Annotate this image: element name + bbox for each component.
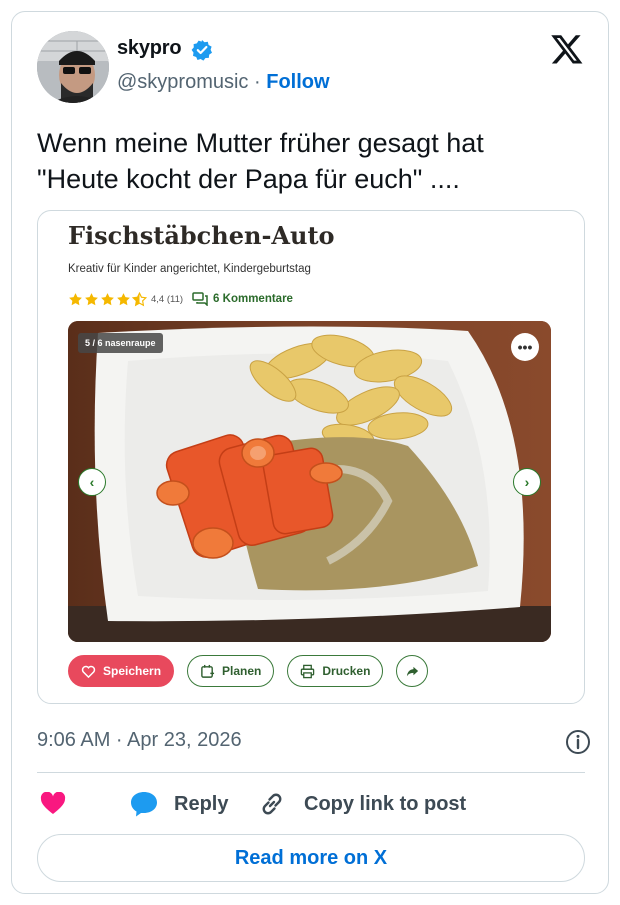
star-icon — [85, 292, 98, 305]
next-photo-button[interactable]: › — [513, 468, 541, 496]
info-icon[interactable] — [565, 729, 591, 755]
recipe-title: Fischstäbchen-Auto — [68, 221, 335, 250]
plan-button[interactable]: Planen — [187, 655, 275, 687]
share-button[interactable] — [396, 655, 429, 687]
rating-row: 4,4 (11) 6 Kommentare — [68, 291, 293, 307]
recipe-action-bar: Speichern Planen Drucken — [68, 655, 429, 687]
photo-counter-badge: 5 / 6 nasenraupe — [78, 333, 163, 353]
previous-photo-button[interactable]: ‹ — [78, 468, 106, 496]
half-star-icon — [132, 291, 147, 306]
rating-value: 4,4 (11) — [151, 293, 184, 305]
printer-icon — [301, 664, 315, 678]
comments-icon — [192, 292, 208, 306]
handle-row: @skypromusic · Follow — [117, 71, 330, 94]
author-handle[interactable]: @skypromusic — [117, 71, 248, 93]
tweet-text-line-2: "Heute kocht der Papa für euch" .... — [37, 164, 460, 194]
star-icon — [101, 292, 114, 305]
heart-icon — [40, 792, 66, 814]
author-name[interactable]: skypro — [117, 37, 182, 60]
calendar-plus-icon — [201, 664, 215, 678]
rating-stars — [68, 291, 147, 307]
comments-link[interactable]: 6 Kommentare — [213, 293, 293, 305]
chevron-right-icon: › — [524, 474, 530, 490]
more-dots-icon: ••• — [517, 339, 533, 355]
verified-badge-icon — [191, 40, 212, 61]
link-icon — [262, 793, 282, 815]
star-icon — [69, 292, 82, 305]
avatar[interactable] — [37, 31, 109, 103]
x-logo-icon[interactable] — [550, 32, 584, 66]
recipe-photo[interactable]: 5 / 6 nasenraupe ••• ‹ › — [68, 321, 551, 642]
more-options-button[interactable]: ••• — [511, 333, 539, 361]
heart-outline-icon — [81, 665, 96, 678]
share-arrow-icon — [406, 666, 419, 676]
like-button[interactable] — [40, 789, 66, 819]
post-timestamp[interactable]: 9:06 AM · Apr 23, 2026 — [37, 729, 242, 752]
reply-button[interactable]: Reply — [130, 789, 228, 819]
speech-bubble-icon — [131, 792, 157, 817]
tweet-card: skypro @skypromusic · Follow Wenn meine … — [11, 11, 609, 894]
tweet-text-line-1: Wenn meine Mutter früher gesagt hat — [37, 128, 484, 158]
copy-link-label: Copy link to post — [304, 792, 467, 815]
plan-label: Planen — [222, 664, 262, 678]
chevron-left-icon: ‹ — [89, 474, 95, 490]
print-button[interactable]: Drucken — [287, 655, 384, 687]
recipe-subtitle: Kreativ für Kinder angerichtet, Kinderge… — [68, 263, 311, 275]
star-icon — [117, 292, 130, 305]
reply-label: Reply — [174, 792, 229, 815]
separator: · — [254, 71, 261, 93]
save-button[interactable]: Speichern — [68, 655, 175, 687]
print-label: Drucken — [322, 664, 371, 678]
divider — [37, 772, 585, 773]
save-label: Speichern — [103, 664, 162, 678]
tweet-text: Wenn meine Mutter früher gesagt hat "Heu… — [37, 125, 597, 197]
read-more-button[interactable]: Read more on X — [37, 834, 585, 882]
copy-link-button[interactable]: Copy link to post — [258, 789, 466, 819]
follow-button[interactable]: Follow — [266, 71, 329, 93]
embedded-recipe-image[interactable]: Fischstäbchen-Auto Kreativ für Kinder an… — [37, 210, 585, 704]
